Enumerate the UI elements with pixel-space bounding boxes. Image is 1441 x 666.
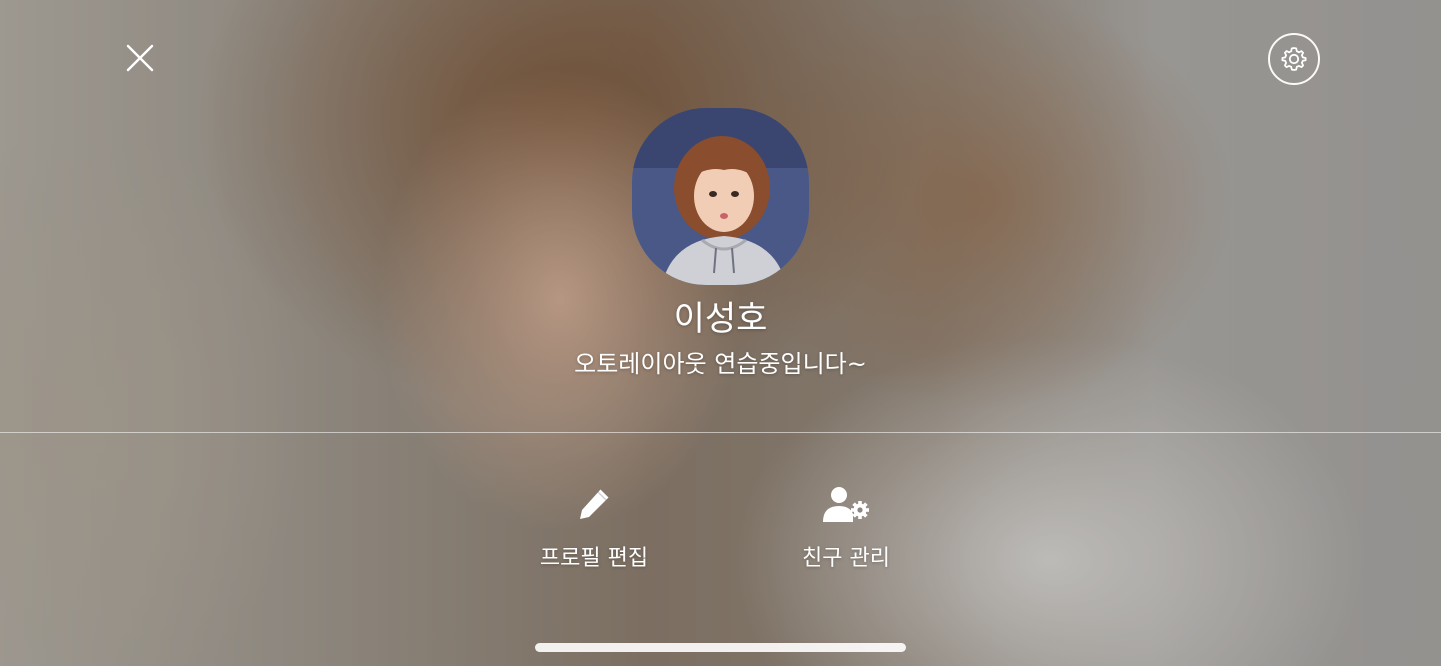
profile-screen: 이성호 오토레이아웃 연습중입니다~ 프로필 편집 친구 관리	[0, 0, 1441, 666]
manage-friends-button[interactable]: 친구 관리	[766, 478, 926, 574]
profile-status-message: 오토레이아웃 연습중입니다~	[574, 350, 867, 378]
edit-profile-button[interactable]: 프로필 편집	[514, 478, 674, 574]
gear-icon	[1281, 47, 1307, 71]
edit-profile-label: 프로필 편집	[539, 546, 649, 571]
manage-friends-label: 친구 관리	[802, 546, 890, 571]
home-indicator[interactable]	[535, 643, 906, 652]
settings-button[interactable]	[1268, 33, 1320, 85]
close-button[interactable]	[120, 38, 160, 78]
avatar-image	[632, 108, 809, 285]
profile-name: 이성호	[673, 299, 768, 339]
profile-avatar[interactable]	[632, 108, 809, 285]
close-icon	[126, 44, 154, 72]
divider	[0, 432, 1441, 433]
pencil-icon	[568, 478, 620, 530]
person-gear-icon	[820, 478, 872, 530]
